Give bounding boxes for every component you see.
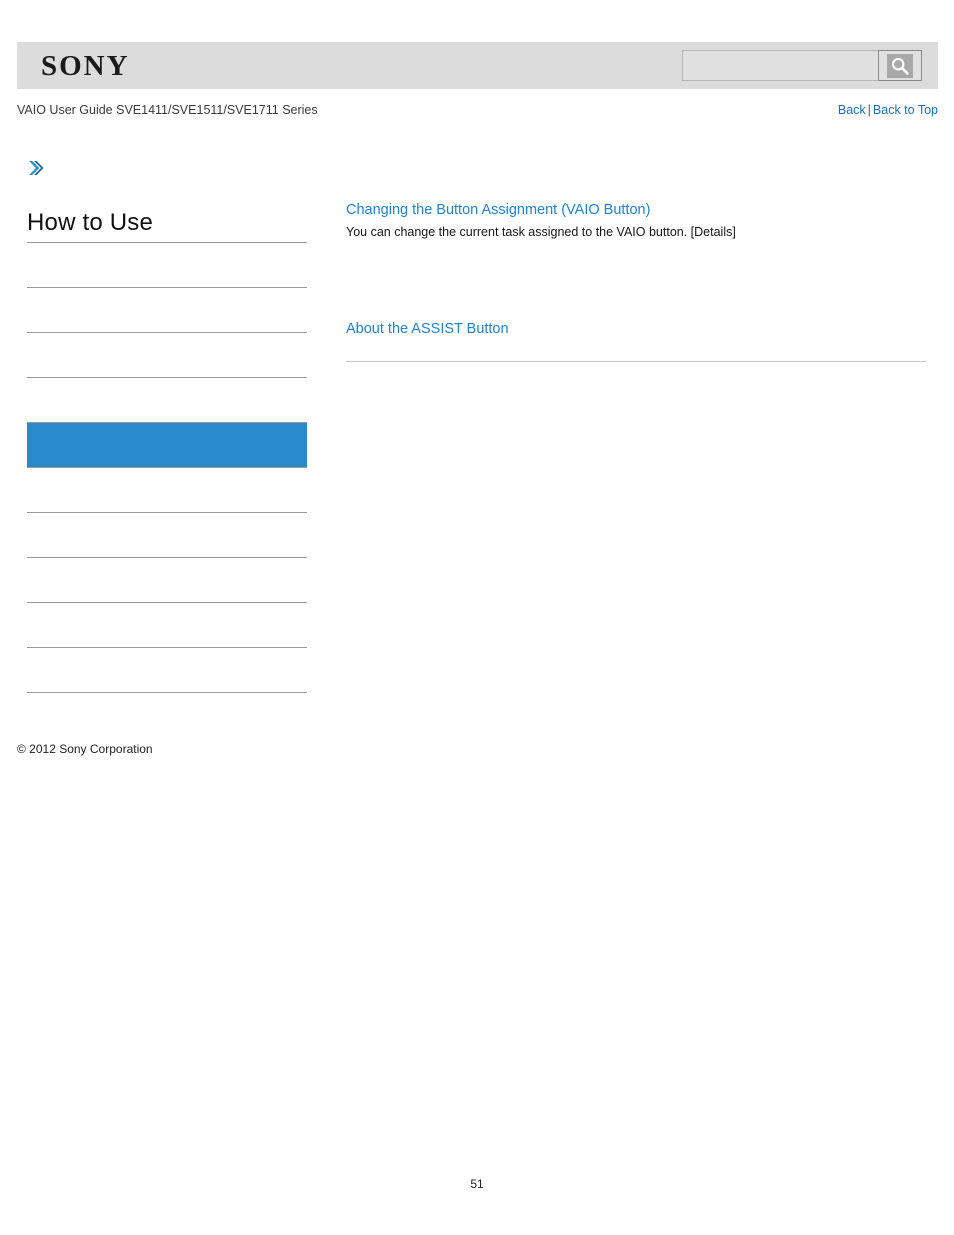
topic-entry-1: Changing the Button Assignment (VAIO But…	[346, 200, 926, 241]
sidebar-item-8[interactable]	[27, 558, 307, 603]
page-number: 51	[470, 1177, 484, 1191]
topic-entry-2: About the ASSIST Button	[346, 319, 926, 362]
sidebar-item-1[interactable]	[27, 243, 307, 288]
header-nav-links: Back | Back to Top	[838, 101, 938, 119]
search-icon	[887, 53, 913, 78]
sidebar-item-selected[interactable]	[27, 423, 307, 468]
topic-link-vaio-button[interactable]: Changing the Button Assignment (VAIO But…	[346, 200, 926, 220]
copyright-text: © 2012 Sony Corporation	[17, 742, 153, 756]
search-input[interactable]	[682, 50, 878, 81]
search-widget	[682, 50, 922, 81]
sidebar-nav-list	[27, 243, 307, 693]
sony-logo: SONY	[41, 50, 130, 82]
sidebar-item-3[interactable]	[27, 333, 307, 378]
guide-title: VAIO User Guide SVE1411/SVE1511/SVE1711 …	[17, 103, 318, 117]
search-button[interactable]	[878, 50, 922, 81]
sidebar-item-7[interactable]	[27, 513, 307, 558]
nav-separator: |	[867, 103, 871, 117]
main-content: Changing the Button Assignment (VAIO But…	[346, 200, 926, 362]
page-title: How to Use	[27, 208, 307, 243]
content-divider	[346, 361, 926, 362]
topic-description: You can change the current task assigned…	[346, 225, 736, 239]
sidebar-item-4[interactable]	[27, 378, 307, 423]
sidebar-item-6[interactable]	[27, 468, 307, 513]
title-row: VAIO User Guide SVE1411/SVE1511/SVE1711 …	[17, 101, 938, 119]
sidebar-item-9[interactable]	[27, 603, 307, 648]
header-band: SONY	[17, 42, 938, 89]
page-root: SONY VAIO User Guide SVE1411/SVE1511/SVE…	[0, 0, 954, 1235]
sidebar-item-10[interactable]	[27, 648, 307, 693]
sidebar: How to Use	[27, 158, 307, 693]
back-link[interactable]: Back	[838, 103, 866, 117]
back-to-top-link[interactable]: Back to Top	[873, 103, 938, 117]
sidebar-item-2[interactable]	[27, 288, 307, 333]
topic-link-assist-button[interactable]: About the ASSIST Button	[346, 319, 926, 339]
chevron-right-icon	[27, 158, 45, 178]
